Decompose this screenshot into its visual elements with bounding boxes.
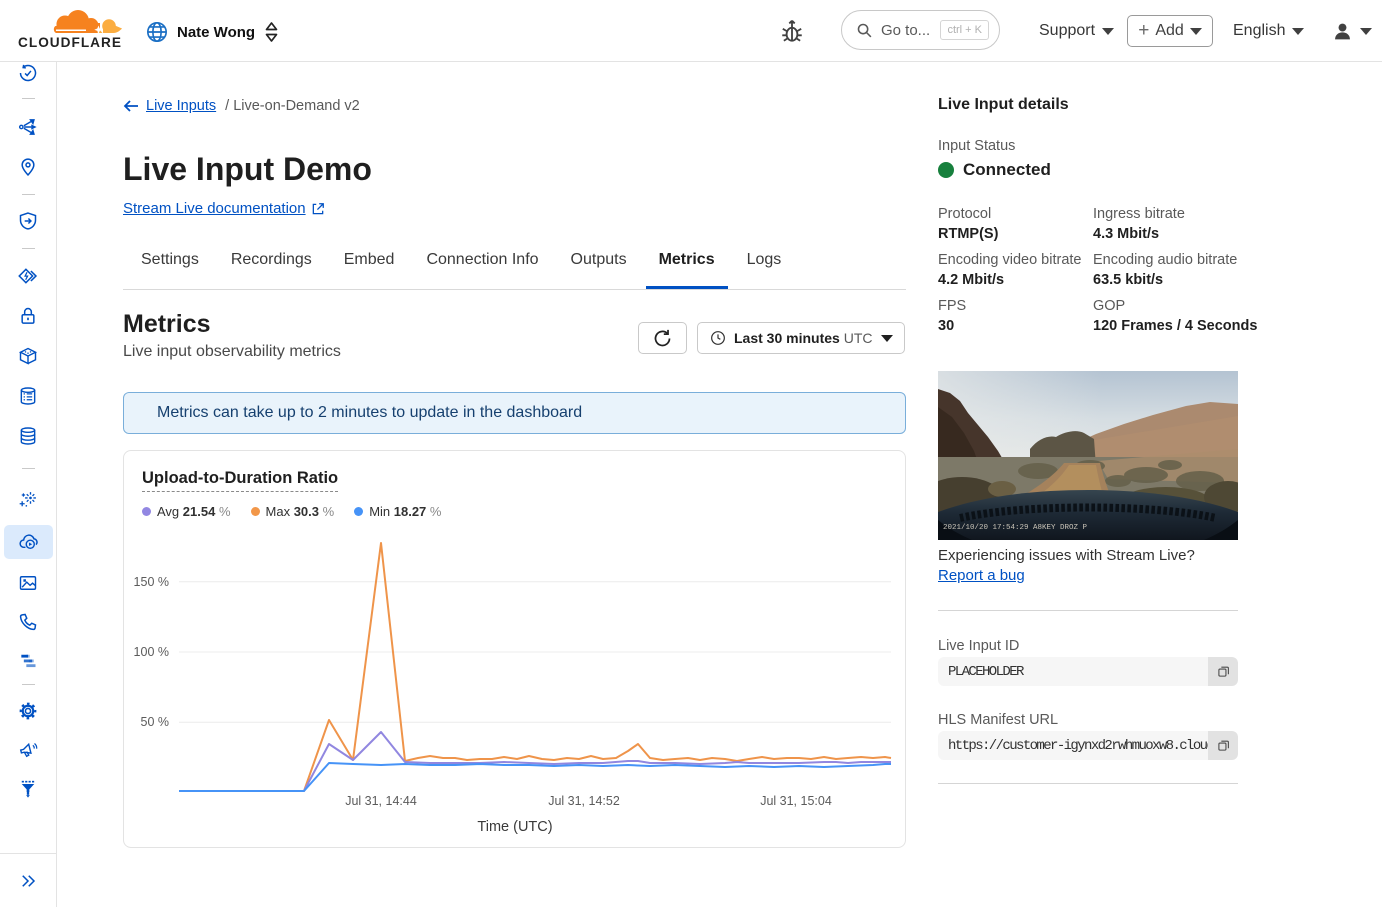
svg-text:100 %: 100 % xyxy=(134,645,169,659)
svg-text:Jul 31, 14:52: Jul 31, 14:52 xyxy=(548,794,620,808)
svg-text:Time (UTC): Time (UTC) xyxy=(477,819,552,835)
svg-text:50 %: 50 % xyxy=(141,715,170,729)
svg-text:CLOUDFLARE: CLOUDFLARE xyxy=(18,35,122,50)
svg-text:2021/10/20 17:54:29 A8KEY DROZ: 2021/10/20 17:54:29 A8KEY DROZ P xyxy=(943,524,1088,532)
svg-text:Jul 31, 14:44: Jul 31, 14:44 xyxy=(345,794,417,808)
svg-text:Jul 31, 15:04: Jul 31, 15:04 xyxy=(760,794,832,808)
svg-text:150 %: 150 % xyxy=(134,575,169,589)
